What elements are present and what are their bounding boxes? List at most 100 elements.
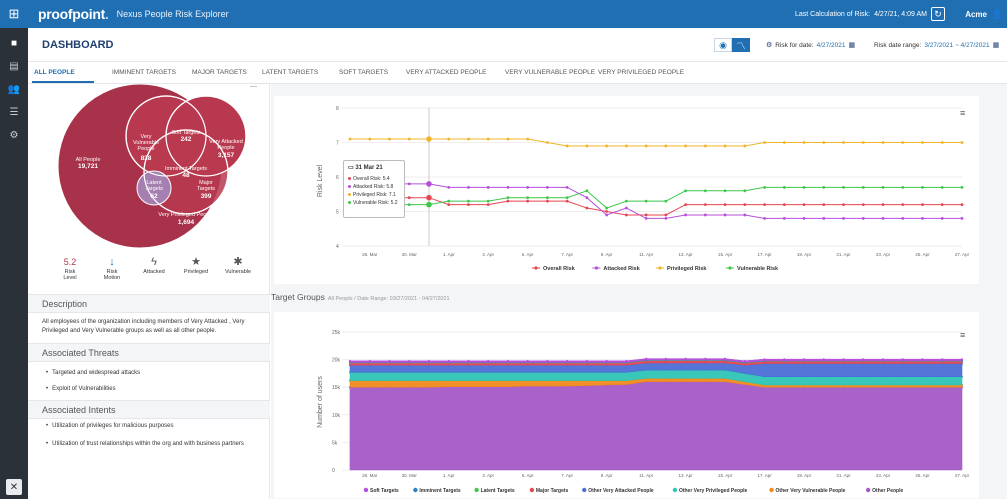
data-point <box>664 217 668 220</box>
data-point <box>881 203 885 206</box>
list-icon[interactable]: ☰ <box>0 101 28 124</box>
x-tick-label: 27. Apr <box>955 473 970 478</box>
expand-icon[interactable]: ✕ <box>6 479 22 495</box>
header-bar: DASHBOARD ◉ 〽 ⚙ Risk for date: 4/27/2021… <box>28 28 1007 62</box>
dashboard-icon[interactable]: ■ <box>0 32 28 55</box>
risk-range-value[interactable]: 3/27/2021 ~ 4/27/2021 <box>924 42 989 49</box>
data-point <box>684 203 688 206</box>
data-point <box>368 359 371 363</box>
risk-level-legend: 5.2 Risk Level <box>50 256 90 281</box>
data-point <box>921 185 924 189</box>
data-point <box>802 217 806 220</box>
x-tick-label: 13. Apr <box>678 473 693 478</box>
tab-very-attacked-people[interactable]: VERY ATTACKED PEOPLE <box>406 69 486 76</box>
data-point <box>703 203 707 206</box>
legend-dot <box>672 487 678 493</box>
data-point <box>546 185 549 189</box>
data-point <box>743 144 747 148</box>
arrow-down-icon: ↓ <box>109 256 115 268</box>
risk-range-label: Risk date range: <box>874 41 922 49</box>
tab-all-people[interactable]: ALL PEOPLE <box>34 69 75 76</box>
tab-latent-targets[interactable]: LATENT TARGETS <box>262 69 318 76</box>
tab-very-vulnerable-people[interactable]: VERY VULNERABLE PEOPLE <box>505 69 595 76</box>
threat-item: Exploit of Vulnerabilities <box>46 386 115 392</box>
data-point <box>467 199 470 203</box>
x-tick-label: 19. Apr <box>797 473 812 478</box>
chart-menu-icon[interactable]: ≡ <box>960 108 965 118</box>
x-tick-label: 25. Apr <box>915 473 930 478</box>
target-view-icon[interactable]: ◉ <box>714 38 732 52</box>
gear-icon[interactable]: ⚙ <box>766 41 772 49</box>
data-point <box>624 199 628 203</box>
data-point <box>526 199 530 203</box>
x-tick-label: 21. Apr <box>836 252 851 257</box>
calendar-icon[interactable]: ▦ <box>993 41 1000 49</box>
tab-major-targets[interactable]: MAJOR TARGETS <box>192 69 247 76</box>
venn-diagram[interactable]: — All People 19,721 Very Vulnerable People… <box>28 84 270 256</box>
risk-for-value[interactable]: 4/27/2021 <box>817 42 846 49</box>
settings-icon[interactable]: ⚙ <box>0 124 28 147</box>
refresh-icon[interactable]: ↻ <box>931 7 945 21</box>
chart-menu-icon[interactable]: ≡ <box>960 330 965 340</box>
data-point <box>881 185 885 189</box>
data-point <box>723 357 727 360</box>
last-calculation: Last Calculation of Risk: 4/27/21, 4:09 … <box>795 7 945 21</box>
lightning-icon: ϟ <box>151 256 157 268</box>
data-point <box>723 203 727 206</box>
target-groups-title: Target Groups <box>271 292 325 302</box>
y-tick-label: 20k <box>332 358 341 364</box>
legend-label: Attacked Risk <box>603 266 640 272</box>
risk-level-value: 5.2 <box>63 257 77 267</box>
calendar-icon[interactable]: ▦ <box>849 41 856 49</box>
user-icon[interactable]: 👤 <box>992 9 1003 20</box>
x-tick-label: 15. Apr <box>718 473 733 478</box>
data-point <box>644 213 648 217</box>
data-point <box>447 199 451 203</box>
data-point <box>802 203 806 206</box>
x-tick-label: 11. Apr <box>639 473 653 478</box>
menu-icon[interactable]: — <box>250 84 257 90</box>
x-tick-label: 5. Apr <box>522 252 534 257</box>
app-grid-icon[interactable]: ⊞ <box>0 0 28 28</box>
privileged-legend: ★ Privileged <box>176 256 216 275</box>
data-point <box>783 358 786 361</box>
data-point <box>427 359 431 363</box>
data-point <box>901 203 905 206</box>
legend-label: Privileged Risk <box>667 266 707 272</box>
tab-soft-targets[interactable]: SOFT TARGETS <box>339 69 388 76</box>
target-groups-chart[interactable]: 0 5k 10k 15k 20k 25k Number of users 28. Mar 30.… <box>274 312 979 498</box>
data-point <box>842 185 845 189</box>
description-heading: Description <box>28 294 270 313</box>
data-point <box>782 141 786 144</box>
data-point <box>703 213 707 217</box>
data-point <box>960 358 964 361</box>
data-point <box>467 203 470 206</box>
data-point <box>782 203 786 206</box>
data-point <box>605 144 609 148</box>
y-tick-label: 5 <box>336 210 339 216</box>
data-point <box>822 203 826 206</box>
data-point <box>743 189 747 193</box>
legend-dot <box>582 487 587 493</box>
x-tick-label: 15. Apr <box>718 252 733 257</box>
tab-imminent-targets[interactable]: IMMINENT TARGETS <box>112 69 176 76</box>
venn-major-label: Major Targets <box>197 180 215 192</box>
vulnerable-legend: ✱ Vulnerable <box>218 256 258 275</box>
data-point <box>763 358 766 361</box>
data-point <box>348 359 352 363</box>
legend-dot <box>363 487 369 493</box>
x-tick-label: 11. Apr <box>639 252 653 257</box>
data-point <box>585 206 589 210</box>
org-name[interactable]: Acme <box>965 10 987 19</box>
trend-view-icon[interactable]: 〽 <box>732 38 750 52</box>
data-point <box>426 194 432 201</box>
data-point <box>704 357 707 360</box>
x-tick-label: 13. Apr <box>678 252 693 257</box>
people-icon[interactable]: 👥 <box>0 78 28 101</box>
venn-major-value: 399 <box>201 193 212 200</box>
data-point <box>605 206 609 210</box>
brand-logo[interactable]: proofpoint. <box>38 6 109 22</box>
tab-very-privileged-people[interactable]: VERY PRIVILEGED PEOPLE <box>598 69 684 76</box>
building-icon[interactable]: ▤ <box>0 55 28 78</box>
data-point <box>842 141 845 144</box>
